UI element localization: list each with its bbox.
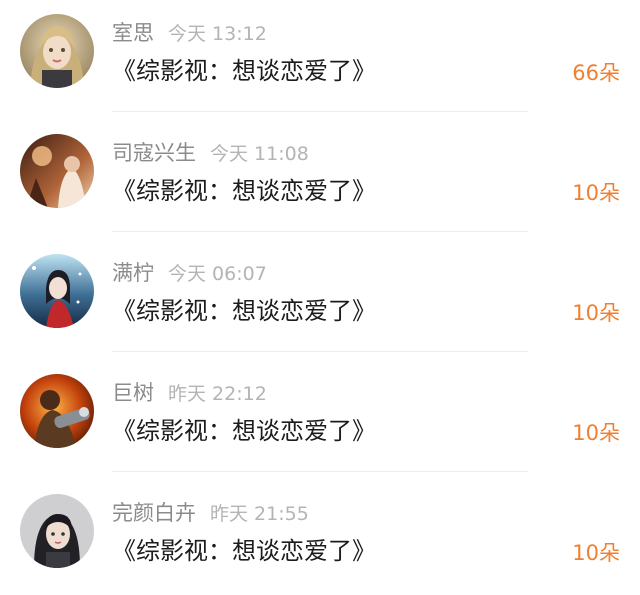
warrior-game-avatar-icon[interactable] <box>20 374 94 448</box>
gift-record-list: 室思 今天 13:12 《综影视：想谈恋爱了》 66朵 司寇兴生 今天 11:0… <box>0 0 640 595</box>
user-name[interactable]: 巨树 <box>112 381 154 405</box>
girl-red-dress-avatar-icon[interactable] <box>20 254 94 328</box>
gift-count: 10朵 <box>572 181 620 205</box>
user-name[interactable]: 室思 <box>112 21 154 45</box>
timestamp: 昨天 21:55 <box>210 503 309 525</box>
row-meta: 司寇兴生 今天 11:08 <box>112 138 309 168</box>
list-item[interactable]: 司寇兴生 今天 11:08 《综影视：想谈恋爱了》 10朵 <box>0 112 640 232</box>
book-title[interactable]: 《综影视：想谈恋爱了》 <box>112 534 376 568</box>
book-title[interactable]: 《综影视：想谈恋爱了》 <box>112 414 376 448</box>
warm-scene-avatar-icon[interactable] <box>20 134 94 208</box>
list-item[interactable]: 巨树 昨天 22:12 《综影视：想谈恋爱了》 10朵 <box>0 352 640 472</box>
row-meta: 完颜白卉 昨天 21:55 <box>112 498 309 528</box>
list-item[interactable]: 室思 今天 13:12 《综影视：想谈恋爱了》 66朵 <box>0 0 640 112</box>
list-item[interactable]: 完颜白卉 昨天 21:55 《综影视：想谈恋爱了》 10朵 <box>0 472 640 592</box>
book-title[interactable]: 《综影视：想谈恋爱了》 <box>112 294 376 328</box>
list-item[interactable]: 满柠 今天 06:07 《综影视：想谈恋爱了》 10朵 <box>0 232 640 352</box>
fantasy-girl-avatar-icon[interactable] <box>20 14 94 88</box>
gift-count: 10朵 <box>572 421 620 445</box>
row-meta: 室思 今天 13:12 <box>112 18 267 48</box>
book-title[interactable]: 《综影视：想谈恋爱了》 <box>112 54 376 88</box>
book-title[interactable]: 《综影视：想谈恋爱了》 <box>112 174 376 208</box>
user-name[interactable]: 司寇兴生 <box>112 141 196 165</box>
row-meta: 满柠 今天 06:07 <box>112 258 267 288</box>
girl-portrait-avatar-icon[interactable] <box>20 494 94 568</box>
timestamp: 今天 13:12 <box>168 23 267 45</box>
gift-count: 10朵 <box>572 541 620 565</box>
timestamp: 昨天 22:12 <box>168 383 267 405</box>
timestamp: 今天 06:07 <box>168 263 267 285</box>
user-name[interactable]: 完颜白卉 <box>112 501 196 525</box>
timestamp: 今天 11:08 <box>210 143 309 165</box>
gift-count: 66朵 <box>572 61 620 85</box>
gift-count: 10朵 <box>572 301 620 325</box>
user-name[interactable]: 满柠 <box>112 261 154 285</box>
row-meta: 巨树 昨天 22:12 <box>112 378 267 408</box>
